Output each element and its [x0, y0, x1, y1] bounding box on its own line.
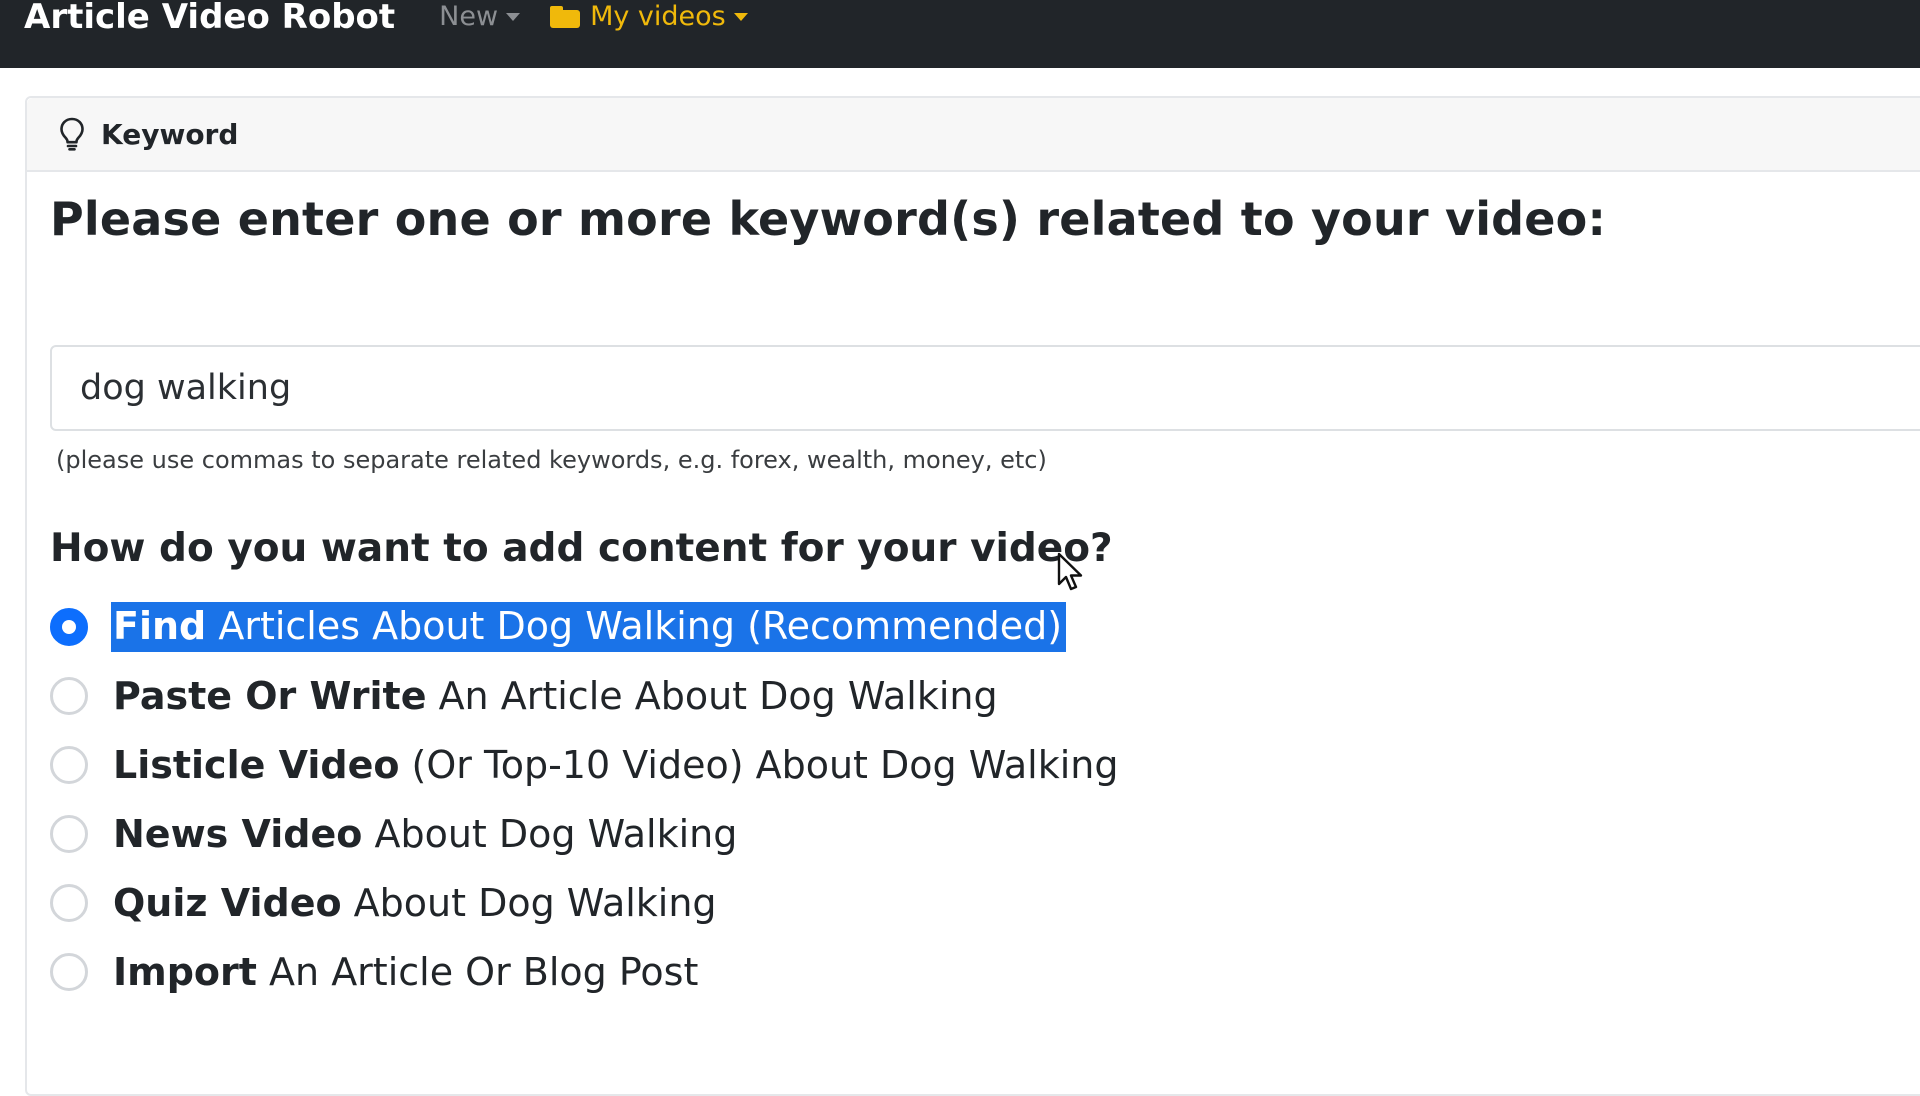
caret-down-icon	[733, 13, 748, 21]
brand-logo-text[interactable]: Article Video Robot	[24, 0, 395, 34]
caret-down-icon	[506, 13, 521, 21]
keyword-card: Keyword Please enter one or more keyword…	[25, 96, 1920, 1096]
folder-icon	[550, 6, 581, 28]
option-label: Listicle Video (Or Top-10 Video) About D…	[113, 743, 1119, 787]
option-label-rest: Articles About Dog Walking (Recommended)	[206, 603, 1063, 648]
option-label: News Video About Dog Walking	[113, 812, 737, 856]
option-label: Quiz Video About Dog Walking	[113, 881, 717, 925]
option-paste-or-write[interactable]: Paste Or Write An Article About Dog Walk…	[50, 661, 1119, 730]
option-label-bold: News Video	[113, 811, 363, 856]
card-header: Keyword	[27, 98, 1920, 172]
option-label: Import An Article Or Blog Post	[113, 950, 698, 994]
my-videos-label: My videos	[590, 1, 726, 32]
option-label-rest: About Dog Walking	[362, 811, 738, 856]
radio-listicle-video[interactable]	[50, 745, 88, 784]
keyword-help-text: (please use commas to separate related k…	[56, 446, 1047, 474]
option-label-bold: Paste Or Write	[113, 673, 427, 718]
lightbulb-icon	[60, 117, 84, 151]
option-news-video[interactable]: News Video About Dog Walking	[50, 799, 1119, 868]
option-label: Paste Or Write An Article About Dog Walk…	[113, 674, 998, 718]
content-method-options: Find Articles About Dog Walking (Recomme…	[50, 592, 1119, 1006]
radio-news-video[interactable]	[50, 814, 88, 853]
radio-quiz-video[interactable]	[50, 883, 88, 922]
card-title: Keyword	[101, 117, 239, 151]
my-videos-dropdown[interactable]: My videos	[550, 0, 748, 34]
option-label-bold: Listicle Video	[113, 742, 400, 787]
option-label-rest: (Or Top-10 Video) About Dog Walking	[399, 742, 1119, 787]
radio-find-articles[interactable]	[50, 607, 88, 646]
new-dropdown[interactable]: New	[439, 0, 521, 34]
option-label: Find Articles About Dog Walking (Recomme…	[111, 601, 1067, 652]
mouse-pointer-icon	[1057, 552, 1083, 591]
option-label-rest: An Article Or Blog Post	[256, 949, 699, 994]
option-label-bold: Import	[113, 949, 257, 994]
new-dropdown-label: New	[439, 1, 499, 32]
option-label-bold: Find	[113, 603, 207, 648]
option-label-bold: Quiz Video	[113, 880, 342, 925]
option-listicle-video[interactable]: Listicle Video (Or Top-10 Video) About D…	[50, 730, 1119, 799]
keyword-input[interactable]	[50, 345, 1920, 431]
top-navbar: Article Video Robot New My videos	[0, 0, 1920, 68]
option-import-article[interactable]: Import An Article Or Blog Post	[50, 937, 1119, 1006]
option-label-rest: About Dog Walking	[341, 880, 717, 925]
option-label-rest: An Article About Dog Walking	[426, 673, 998, 718]
keyword-question: Please enter one or more keyword(s) rela…	[50, 192, 1607, 246]
option-quiz-video[interactable]: Quiz Video About Dog Walking	[50, 868, 1119, 937]
radio-import-article[interactable]	[50, 952, 88, 991]
content-method-question: How do you want to add content for your …	[50, 526, 1113, 571]
radio-paste-or-write[interactable]	[50, 676, 88, 715]
option-find-articles[interactable]: Find Articles About Dog Walking (Recomme…	[50, 592, 1119, 661]
